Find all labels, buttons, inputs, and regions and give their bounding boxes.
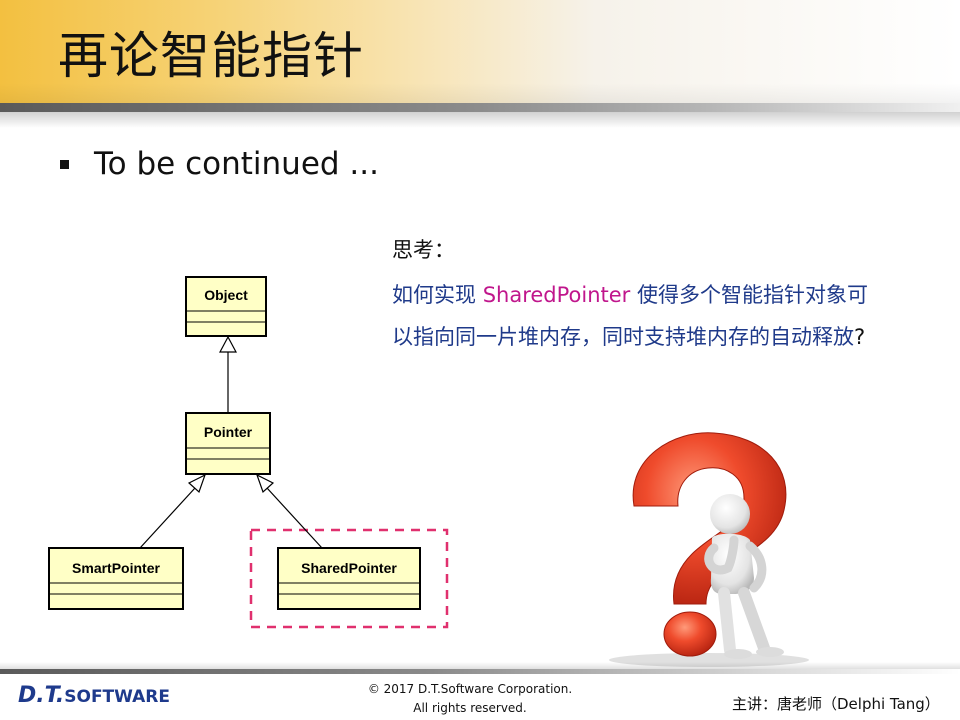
- inheritance-arrow-pointer-object: [219, 335, 237, 413]
- svg-text:SharedPointer: SharedPointer: [301, 560, 397, 576]
- copyright-line-2: All rights reserved.: [413, 701, 527, 715]
- svg-text:SmartPointer: SmartPointer: [72, 560, 160, 576]
- footer-divider: [0, 669, 960, 674]
- inheritance-arrow-smart-pointer: [139, 473, 207, 549]
- copyright-line-1: © 2017 D.T.Software Corporation.: [367, 682, 573, 696]
- question-mark-figure-icon: [609, 432, 809, 667]
- uml-class-diagram: Object Pointer SmartPointer SharedPointe…: [48, 276, 449, 629]
- lecturer-credit: 主讲：唐老师（Delphi Tang）: [732, 695, 940, 713]
- uml-class-smartpointer: SmartPointer: [48, 547, 184, 610]
- uml-class-sharedpointer: SharedPointer: [277, 547, 421, 610]
- uml-class-pointer: Pointer: [185, 412, 271, 475]
- inheritance-arrow-shared-pointer: [255, 473, 323, 549]
- svg-text:Pointer: Pointer: [204, 424, 253, 440]
- uml-class-object: Object: [185, 276, 267, 337]
- company-logo: D.T.SOFTWARE: [18, 683, 171, 708]
- svg-text:Object: Object: [204, 287, 248, 303]
